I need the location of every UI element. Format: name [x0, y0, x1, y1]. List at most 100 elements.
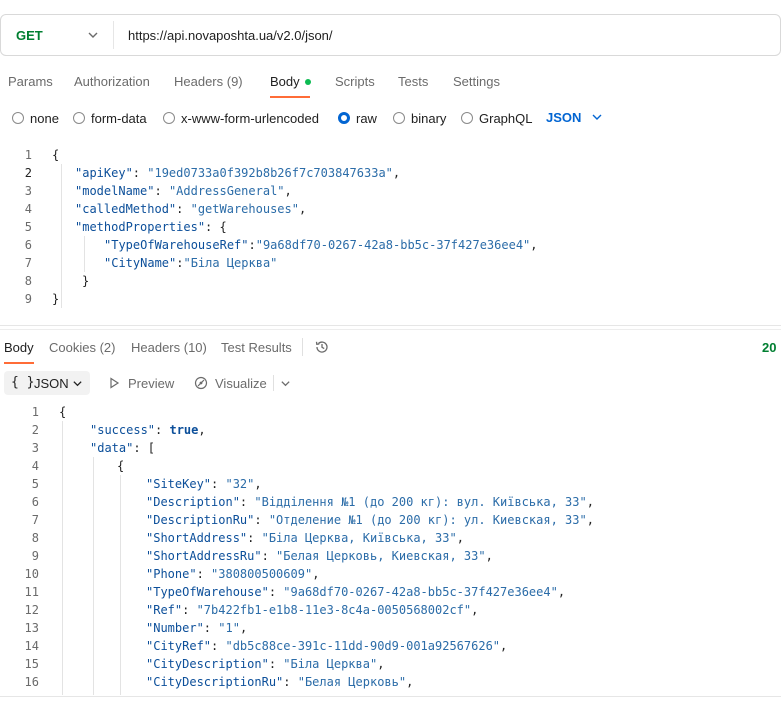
radio-selected-icon [338, 112, 350, 124]
json-key: "SiteKey" [146, 477, 212, 491]
json-key: "success" [90, 423, 156, 437]
line-number: 10 [24, 567, 39, 581]
line-number: 15 [24, 657, 39, 671]
preview-button[interactable]: Preview [128, 376, 174, 391]
line-number: 7 [24, 256, 32, 270]
line-number: 6 [31, 495, 39, 509]
response-format-select[interactable]: { } JSON [4, 371, 90, 395]
json-key: "Ref" [146, 603, 183, 617]
code-line: "ShortAddress": "Біла Церква, Київська, … [146, 531, 464, 545]
response-tab-cookies[interactable]: Cookies (2) [49, 340, 115, 355]
code-line: "DescriptionRu": "Отделение №1 (до 200 к… [146, 513, 594, 527]
radio-circle-icon [393, 112, 405, 124]
chevron-down-icon[interactable] [87, 29, 99, 41]
json-key: "CityRef" [146, 639, 212, 653]
radio-urlencoded-label: x-www-form-urlencoded [181, 110, 319, 126]
tab-settings[interactable]: Settings [453, 74, 500, 89]
line-number: 16 [24, 675, 39, 689]
tab-authorization[interactable]: Authorization [74, 74, 150, 89]
tab-tests[interactable]: Tests [398, 74, 428, 89]
code-line: "TypeOfWarehouseRef":"9a68df70-0267-42a8… [104, 238, 538, 252]
json-value: "Отделение №1 (до 200 кг): ул. Киевская,… [268, 513, 587, 527]
tab-headers[interactable]: Headers (9) [174, 74, 243, 89]
line-number: 13 [24, 621, 39, 635]
line-number: 9 [31, 549, 39, 563]
url-bar: GET https://api.novaposhta.ua/v2.0/json/ [0, 14, 781, 56]
code-line: "success": true, [90, 423, 206, 437]
response-body-viewer[interactable]: 1 2 3 4 5 6 7 8 9 10 11 12 13 14 15 16 { "success": tru… [0, 403, 781, 695]
visualize-icon [194, 376, 208, 390]
line-number: 3 [31, 441, 39, 455]
json-value: "9a68df70-0267-42a8-bb5c-37f427e36ee4" [283, 585, 558, 599]
status-code: 20 [762, 340, 777, 355]
response-format-label: JSON [34, 376, 69, 391]
json-key: "CityDescriptionRu" [146, 675, 284, 689]
json-key: "modelName" [75, 184, 155, 198]
history-icon[interactable] [314, 339, 330, 355]
code-line: "calledMethod": "getWarehouses", [75, 202, 307, 216]
code-line: { [59, 405, 67, 419]
line-number: 5 [31, 477, 39, 491]
response-tab-test-results[interactable]: Test Results [221, 340, 292, 355]
json-value: "Біла Церква" [183, 256, 278, 270]
json-value: "AddressGeneral" [168, 184, 285, 198]
chevron-down-icon[interactable] [591, 111, 603, 123]
pane-resize-handle[interactable] [0, 329, 781, 330]
code-line: { [52, 148, 60, 162]
radio-raw[interactable]: raw [338, 110, 377, 126]
tab-scripts[interactable]: Scripts [335, 74, 375, 89]
json-value: true [169, 423, 199, 437]
tab-params[interactable]: Params [8, 74, 53, 89]
code-line: "methodProperties": { [75, 220, 227, 234]
json-key: "Description" [146, 495, 240, 509]
tab-body-label: Body [270, 74, 300, 89]
radio-circle-icon [163, 112, 175, 124]
code-line: "CityDescription": "Біла Церква", [146, 657, 385, 671]
line-number: 11 [24, 585, 39, 599]
line-number: 4 [31, 459, 39, 473]
json-value: "7b422fb1-e1b8-11e3-8c4a-0050568002cf" [196, 603, 472, 617]
line-number: 6 [24, 238, 32, 252]
line-number: 2 [24, 166, 32, 180]
modified-dot-icon [304, 78, 311, 85]
json-key: "methodProperties" [75, 220, 206, 234]
line-number: 1 [24, 148, 32, 162]
indent-guide [62, 421, 63, 695]
json-key: "Phone" [146, 567, 197, 581]
code-line: { [117, 459, 125, 473]
json-key: "ShortAddressRu" [146, 549, 262, 563]
radio-circle-icon [12, 112, 24, 124]
active-tab-indicator [270, 96, 310, 98]
code-line: "SiteKey": "32", [146, 477, 262, 491]
divider [113, 21, 114, 49]
code-line: "CityRef": "db5c88ce-391c-11dd-90d9-001a… [146, 639, 508, 653]
request-body-editor[interactable]: 1 2 3 4 5 6 7 8 9 { "apiKey": "19ed0733a… [0, 146, 781, 316]
chevron-down-icon [73, 381, 82, 387]
code-line: "Description": "Відділення №1 (до 200 кг… [146, 495, 594, 509]
json-key: "Number" [146, 621, 204, 635]
url-input[interactable]: https://api.novaposhta.ua/v2.0/json/ [128, 28, 333, 43]
method-select[interactable]: GET [16, 28, 43, 43]
radio-form-data[interactable]: form-data [73, 110, 147, 126]
radio-none[interactable]: none [12, 110, 59, 126]
visualize-button[interactable]: Visualize [215, 376, 267, 391]
radio-urlencoded[interactable]: x-www-form-urlencoded [163, 110, 319, 126]
code-line: } [52, 292, 60, 306]
divider [302, 338, 303, 356]
code-line: "Number": "1", [146, 621, 248, 635]
radio-binary[interactable]: binary [393, 110, 446, 126]
line-number: 7 [31, 513, 39, 527]
json-value: "Біла Церква" [283, 657, 378, 671]
radio-graphql[interactable]: GraphQL [461, 110, 532, 126]
tab-body[interactable]: Body [270, 74, 311, 89]
response-tab-body[interactable]: Body [4, 340, 34, 355]
json-key: "apiKey" [75, 166, 133, 180]
response-tab-headers[interactable]: Headers (10) [131, 340, 207, 355]
json-key: "ShortAddress" [146, 531, 248, 545]
json-value: "19ed0733a0f392b8b26f7c703847633a" [147, 166, 393, 180]
line-number: 2 [31, 423, 39, 437]
json-key: "CityDescription" [146, 657, 269, 671]
body-format-select[interactable]: JSON [546, 110, 581, 125]
chevron-down-icon[interactable] [280, 378, 291, 389]
json-value: "Белая Церковь" [297, 675, 407, 689]
